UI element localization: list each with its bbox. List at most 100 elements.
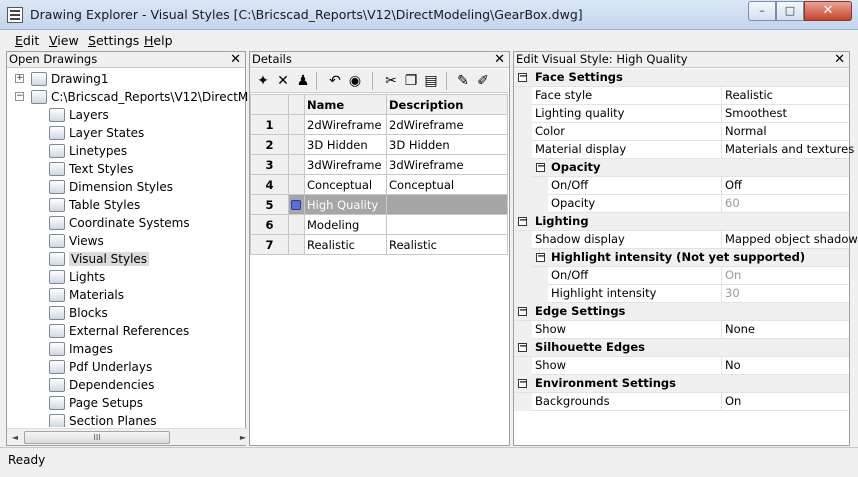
table-row[interactable]: 6 Modeling (250, 214, 508, 235)
copy-icon[interactable]: ❐ (402, 72, 420, 90)
close-icon[interactable]: ✕ (834, 52, 845, 67)
tree-item[interactable]: External References (49, 322, 189, 340)
table-row[interactable]: 3 3dWireframe 3dWireframe (250, 154, 508, 175)
cell-name[interactable]: Modeling (304, 214, 387, 235)
collapse-icon[interactable]: − (536, 162, 545, 172)
scroll-left-icon[interactable]: ◄ (8, 431, 22, 444)
purge-icon[interactable]: ♟ (294, 72, 312, 90)
table-row[interactable]: 1 2dWireframe 2dWireframe (250, 114, 508, 135)
tree-item[interactable]: Page Setups (49, 394, 143, 412)
property-row[interactable]: On/Off Off (514, 177, 849, 195)
menu-settings[interactable]: Settings (88, 33, 139, 48)
menu-edit[interactable]: Edit (15, 33, 39, 48)
property-row[interactable]: Color Normal (514, 123, 849, 141)
property-row[interactable]: Opacity 60 (514, 195, 849, 213)
collapse-icon[interactable]: − (518, 306, 527, 316)
property-value[interactable]: Off (721, 177, 857, 195)
table-row[interactable]: 7 Realistic Realistic (250, 234, 508, 255)
property-row[interactable]: On/Off On (514, 267, 849, 285)
maximize-button[interactable]: □ (776, 1, 804, 21)
collapse-icon[interactable]: − (518, 378, 527, 388)
cell-name[interactable]: 3D Hidden (304, 134, 387, 155)
cell-description[interactable]: 3D Hidden (386, 134, 508, 155)
column-header-description[interactable]: Description (386, 94, 508, 115)
scroll-right-icon[interactable]: ► (236, 431, 250, 444)
property-value[interactable]: No (721, 357, 857, 375)
close-button[interactable]: ✕ (804, 1, 852, 21)
property-value[interactable]: On (721, 267, 857, 285)
options-icon[interactable]: ✐ (474, 72, 492, 90)
minimize-button[interactable]: – (748, 1, 776, 21)
property-row[interactable]: Shadow display Mapped object shadows (514, 231, 857, 249)
property-row[interactable]: Show No (514, 357, 849, 375)
property-value[interactable]: 30 (721, 285, 857, 303)
collapse-icon[interactable]: − (518, 216, 527, 226)
collapse-icon[interactable]: − (518, 342, 527, 352)
property-row[interactable]: Show None (514, 321, 849, 339)
cell-name[interactable]: High Quality (304, 194, 387, 215)
property-row[interactable]: Face style Realistic (514, 87, 849, 105)
collapse-icon[interactable]: − (536, 252, 545, 262)
cell-description[interactable] (386, 214, 508, 235)
tree-item[interactable]: Section Planes (49, 412, 157, 427)
property-value[interactable]: On (721, 393, 857, 411)
tree-item[interactable]: Text Styles (49, 160, 133, 178)
new-icon[interactable]: ✦ (254, 72, 272, 90)
tree-item[interactable]: Layers (49, 106, 109, 124)
tree-drawing-node[interactable]: Drawing1 (31, 70, 109, 88)
tree-item[interactable]: Lights (49, 268, 105, 286)
property-row[interactable]: Material display Materials and textures (514, 141, 854, 159)
cut-icon[interactable]: ✂ (382, 72, 400, 90)
property-value[interactable]: Smoothest (721, 105, 857, 123)
tree-item[interactable]: Materials (49, 286, 124, 304)
tree-item[interactable]: Coordinate Systems (49, 214, 190, 232)
category-row[interactable]: − Lighting (514, 213, 849, 231)
regen-icon[interactable]: ◉ (346, 72, 364, 90)
category-row[interactable]: − Environment Settings (514, 375, 849, 393)
cell-description[interactable]: Conceptual (386, 174, 508, 195)
property-row[interactable]: Highlight intensity 30 (514, 285, 849, 303)
horizontal-scrollbar[interactable]: ◄ III ► (7, 428, 251, 445)
cell-description[interactable]: Realistic (386, 234, 508, 255)
menu-view[interactable]: View (49, 33, 79, 48)
property-value[interactable]: 60 (721, 195, 857, 213)
tree-item[interactable]: Pdf Underlays (49, 358, 152, 376)
tree-expander-icon[interactable]: − (15, 92, 24, 101)
property-value[interactable]: None (721, 321, 857, 339)
tree-expander-icon[interactable]: + (15, 74, 24, 83)
paste-icon[interactable]: ▤ (422, 72, 440, 90)
property-value[interactable]: Materials and textures (721, 141, 857, 159)
tree-item[interactable]: Linetypes (49, 142, 127, 160)
property-value[interactable]: Realistic (721, 87, 857, 105)
tree-item[interactable]: Table Styles (49, 196, 140, 214)
table-row[interactable]: 2 3D Hidden 3D Hidden (250, 134, 508, 155)
column-header-name[interactable]: Name (304, 94, 387, 115)
cell-description[interactable]: 3dWireframe (386, 154, 508, 175)
property-row[interactable]: Backgrounds On (514, 393, 849, 411)
property-value[interactable]: Normal (721, 123, 857, 141)
tree-item[interactable]: Visual Styles (49, 250, 150, 268)
category-row[interactable]: − Opacity (514, 159, 849, 177)
cell-name[interactable]: 3dWireframe (304, 154, 387, 175)
tree-item[interactable]: Dimension Styles (49, 178, 173, 196)
category-row[interactable]: − Edge Settings (514, 303, 849, 321)
category-row[interactable]: − Highlight intensity (Not yet supported… (514, 249, 849, 267)
set-current-icon[interactable]: ✎ (454, 72, 472, 90)
close-icon[interactable]: ✕ (230, 52, 241, 67)
cell-name[interactable]: Realistic (304, 234, 387, 255)
category-row[interactable]: − Silhouette Edges (514, 339, 849, 357)
tree-drawing-node[interactable]: C:\Bricscad_Reports\V12\DirectModeling (31, 88, 251, 106)
cell-description[interactable]: 2dWireframe (386, 114, 508, 135)
tree-item[interactable]: Views (49, 232, 104, 250)
scroll-thumb[interactable]: III (24, 431, 170, 444)
cell-name[interactable]: 2dWireframe (304, 114, 387, 135)
tree-item[interactable]: Blocks (49, 304, 108, 322)
tree-item[interactable]: Images (49, 340, 113, 358)
collapse-icon[interactable]: − (518, 72, 527, 82)
tree-item[interactable]: Dependencies (49, 376, 154, 394)
tree-item[interactable]: Layer States (49, 124, 144, 142)
close-icon[interactable]: ✕ (494, 52, 505, 67)
category-row[interactable]: − Face Settings (514, 69, 849, 87)
cell-name[interactable]: Conceptual (304, 174, 387, 195)
property-value[interactable]: Mapped object shadows (721, 231, 857, 249)
